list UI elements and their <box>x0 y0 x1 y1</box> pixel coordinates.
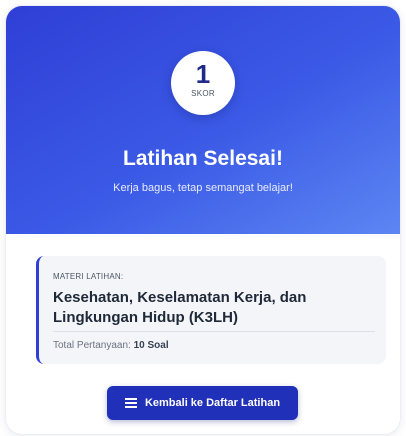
result-card: 1 SKOR Latihan Selesai! Kerja bagus, tet… <box>6 6 400 434</box>
divider <box>53 331 375 332</box>
materi-title: Kesehatan, Keselamatan Kerja, dan Lingku… <box>53 289 307 326</box>
list-icon <box>124 398 137 408</box>
score-label: SKOR <box>191 89 215 98</box>
total-questions-value: 10 Soal <box>133 340 169 351</box>
total-questions-label: Total Pertanyaan: <box>53 340 134 351</box>
materi-info-box: MATERI LATIHAN: Kesehatan, Keselamatan K… <box>36 256 386 364</box>
total-questions: Total Pertanyaan: 10 Soal <box>53 340 169 351</box>
back-button-label: Kembali ke Daftar Latihan <box>144 397 281 409</box>
page-subtitle: Kerja bagus, tetap semangat belajar! <box>113 182 293 194</box>
materi-label: MATERI LATIHAN: <box>53 272 124 281</box>
score-value: 1 <box>195 59 211 89</box>
result-header: 1 SKOR Latihan Selesai! Kerja bagus, tet… <box>6 6 400 234</box>
score-circle: 1 SKOR <box>171 51 235 115</box>
back-to-list-button[interactable]: Kembali ke Daftar Latihan <box>107 386 298 420</box>
page-title: Latihan Selesai! <box>123 147 283 170</box>
